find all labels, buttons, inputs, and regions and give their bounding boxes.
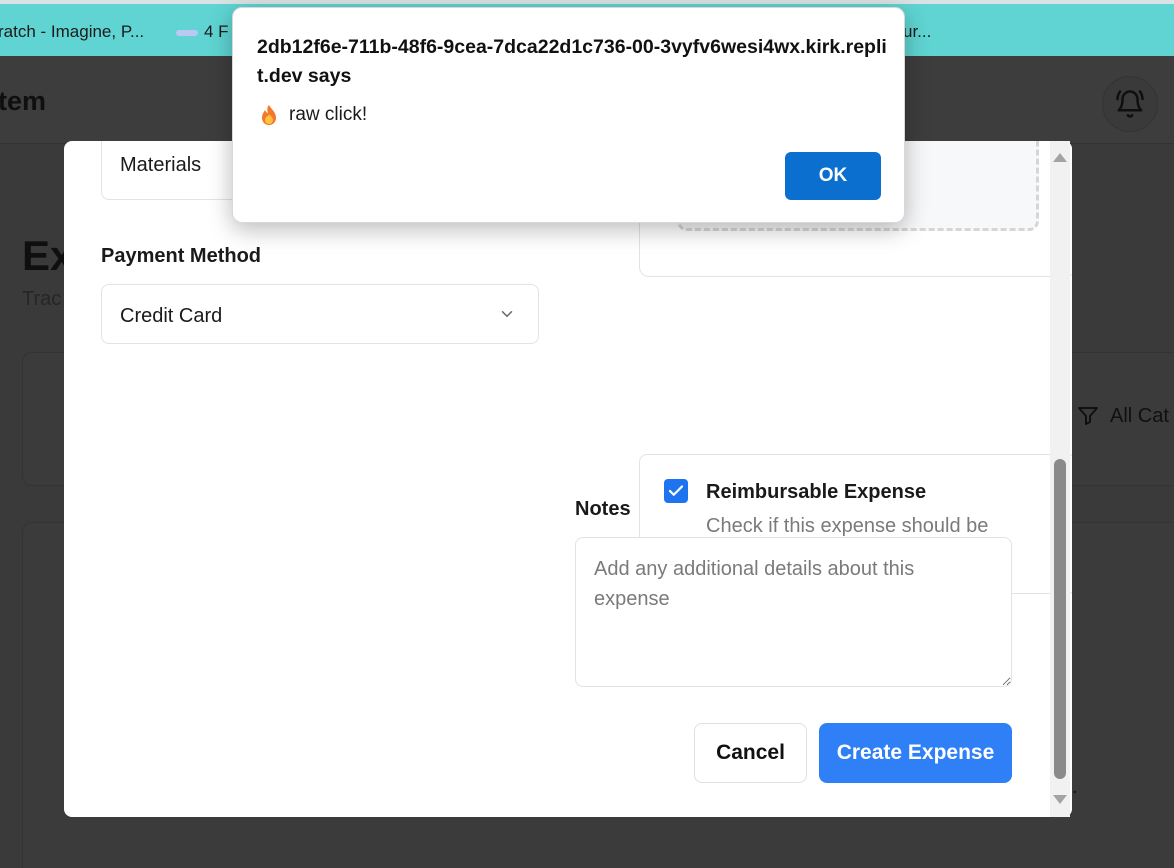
payment-method-select[interactable]: Credit Card xyxy=(101,284,539,344)
category-filter[interactable]: All Cat xyxy=(1076,404,1169,428)
category-select-value: Materials xyxy=(120,154,202,176)
filter-icon xyxy=(1078,407,1098,425)
cancel-button[interactable]: Cancel xyxy=(694,723,807,783)
app-title: tem xyxy=(0,86,47,116)
reimbursable-title: Reimbursable Expense xyxy=(706,481,927,503)
scroll-up-arrow-icon[interactable] xyxy=(1053,153,1067,162)
alert-origin-text: 2db12f6e-711b-48f6-9cea-7dca22d1c736-00-… xyxy=(257,36,887,87)
check-icon xyxy=(668,485,684,496)
bookmark-favicon-icon xyxy=(176,29,198,36)
fire-icon xyxy=(262,105,276,125)
payment-method-label: Payment Method xyxy=(101,245,262,267)
modal-scrollbar[interactable] xyxy=(1050,141,1070,817)
notes-textarea[interactable] xyxy=(575,537,1012,687)
scrollbar-thumb[interactable] xyxy=(1054,459,1066,779)
background-text: . xyxy=(1072,776,1078,798)
payment-method-value: Credit Card xyxy=(120,305,223,327)
create-expense-modal: Materials Payment Method Credit Card Rei… xyxy=(64,141,1072,817)
page-subheading: Trac xyxy=(22,288,62,310)
notifications-button[interactable] xyxy=(1102,76,1158,132)
create-expense-button[interactable]: Create Expense xyxy=(819,723,1012,783)
reimbursable-checkbox[interactable] xyxy=(664,479,688,503)
category-filter-label: All Cat xyxy=(1110,404,1169,427)
notes-label: Notes xyxy=(575,498,631,520)
bookmark-item[interactable]: 4 F xyxy=(176,22,229,42)
alert-message: raw click! xyxy=(259,104,367,126)
alert-ok-button[interactable]: OK xyxy=(785,152,881,200)
bookmark-item[interactable]: ur... xyxy=(903,22,931,42)
bell-icon xyxy=(1116,90,1144,118)
alert-message-text: raw click! xyxy=(289,104,368,125)
bookmark-label: 4 F xyxy=(204,22,229,41)
scroll-down-arrow-icon[interactable] xyxy=(1053,795,1067,804)
bookmark-item[interactable]: ratch - Imagine, P... xyxy=(0,22,144,42)
chevron-down-icon xyxy=(501,311,513,317)
browser-alert-dialog: 2db12f6e-711b-48f6-9cea-7dca22d1c736-00-… xyxy=(232,7,905,223)
